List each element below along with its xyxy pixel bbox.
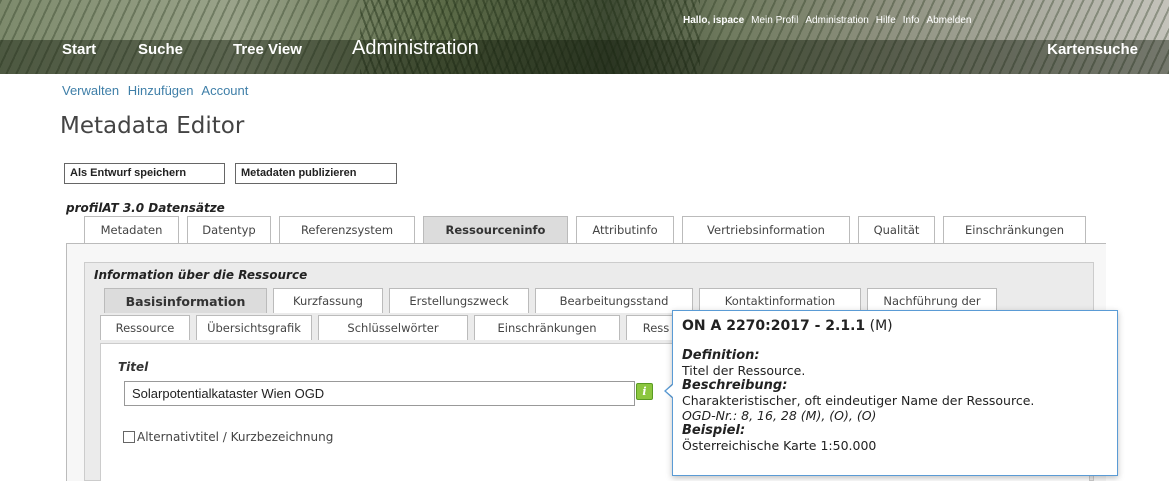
subnav-hinzufuegen[interactable]: Hinzufügen bbox=[128, 83, 194, 98]
tab-vertriebsinformation[interactable]: Vertriebsinformation bbox=[682, 216, 850, 243]
tooltip-arrow-fill bbox=[666, 384, 674, 398]
alt-title-checkbox[interactable] bbox=[123, 431, 135, 443]
tooltip-standard: ON A 2270:2017 - 2.1.1 bbox=[682, 318, 866, 334]
tab-datentyp[interactable]: Datentyp bbox=[187, 216, 271, 243]
page-title: Metadata Editor bbox=[60, 113, 245, 139]
nav-suche[interactable]: Suche bbox=[138, 41, 183, 58]
save-draft-button[interactable]: Als Entwurf speichern bbox=[64, 163, 225, 184]
tab-metadaten[interactable]: Metadaten bbox=[84, 216, 179, 243]
tooltip-ogd: OGD-Nr.: 8, 16, 28 (M), (O), (O) bbox=[682, 408, 877, 423]
tooltip-obligation: (M) bbox=[869, 318, 893, 334]
subtab-erstellungszweck[interactable]: Erstellungszweck bbox=[389, 288, 529, 313]
sub-navigation: Verwalten Hinzufügen Account bbox=[62, 83, 253, 98]
subnav-verwalten[interactable]: Verwalten bbox=[62, 83, 119, 98]
title-input[interactable] bbox=[124, 381, 635, 406]
tab-ressourceninfo[interactable]: Ressourceninfo bbox=[423, 216, 568, 243]
nav-kartensuche[interactable]: Kartensuche bbox=[1047, 41, 1138, 58]
publish-button[interactable]: Metadaten publizieren bbox=[235, 163, 397, 184]
subtab-kurzfassung[interactable]: Kurzfassung bbox=[273, 288, 383, 313]
user-greeting: Hallo, ispace bbox=[683, 15, 745, 26]
tab-qualitaet[interactable]: Qualität bbox=[858, 216, 935, 243]
tab-einschraenkungen[interactable]: Einschränkungen bbox=[943, 216, 1086, 243]
tab-referenzsystem[interactable]: Referenzsystem bbox=[279, 216, 415, 243]
nav-start[interactable]: Start bbox=[62, 41, 96, 58]
subtab-uebersichtsgrafik[interactable]: Übersichtsgrafik bbox=[196, 315, 312, 340]
subtab-ressource[interactable]: Ressource bbox=[100, 315, 190, 340]
tooltip-heading: ON A 2270:2017 - 2.1.1 (M) bbox=[682, 319, 1108, 334]
subtab-schluesselwoerter[interactable]: Schlüsselwörter bbox=[318, 315, 468, 340]
tooltip-description: Charakteristischer, oft eindeutiger Name… bbox=[682, 393, 1035, 408]
dataset-section-label: profilAT 3.0 Datensätze bbox=[66, 201, 225, 215]
tooltip-definition-heading: Definition: bbox=[682, 348, 760, 363]
field-help-tooltip: ON A 2270:2017 - 2.1.1 (M) Definition: T… bbox=[672, 310, 1118, 476]
profile-link[interactable]: Mein Profil bbox=[751, 15, 798, 26]
subnav-account[interactable]: Account bbox=[201, 83, 248, 98]
header-banner bbox=[0, 0, 1169, 74]
tooltip-description-heading: Beschreibung: bbox=[682, 378, 788, 393]
title-label: Titel bbox=[118, 360, 149, 374]
subtab-basisinformation[interactable]: Basisinformation bbox=[104, 288, 267, 313]
tooltip-example: Österreichische Karte 1:50.000 bbox=[682, 438, 877, 453]
alt-title-label: Alternativtitel / Kurzbezeichnung bbox=[137, 430, 334, 444]
nav-tree-view[interactable]: Tree View bbox=[233, 41, 302, 58]
tab-attributinfo[interactable]: Attributinfo bbox=[576, 216, 674, 243]
subtab-einschraenkungen[interactable]: Einschränkungen bbox=[474, 315, 620, 340]
tooltip-example-heading: Beispiel: bbox=[682, 423, 746, 438]
resource-info-label: Information über die Ressource bbox=[94, 268, 308, 282]
user-menu: Hallo, ispace Mein Profil Administration Hi… bbox=[683, 15, 978, 26]
section-heading: Administration bbox=[352, 37, 479, 59]
info-link[interactable]: Info bbox=[903, 15, 920, 26]
info-icon[interactable]: i bbox=[636, 383, 653, 400]
subtab-bearbeitungsstand[interactable]: Bearbeitungsstand bbox=[535, 288, 693, 313]
tooltip-definition: Titel der Ressource. bbox=[682, 363, 806, 378]
administration-link[interactable]: Administration bbox=[805, 15, 868, 26]
logout-link[interactable]: Abmelden bbox=[926, 15, 971, 26]
help-link[interactable]: Hilfe bbox=[876, 15, 896, 26]
